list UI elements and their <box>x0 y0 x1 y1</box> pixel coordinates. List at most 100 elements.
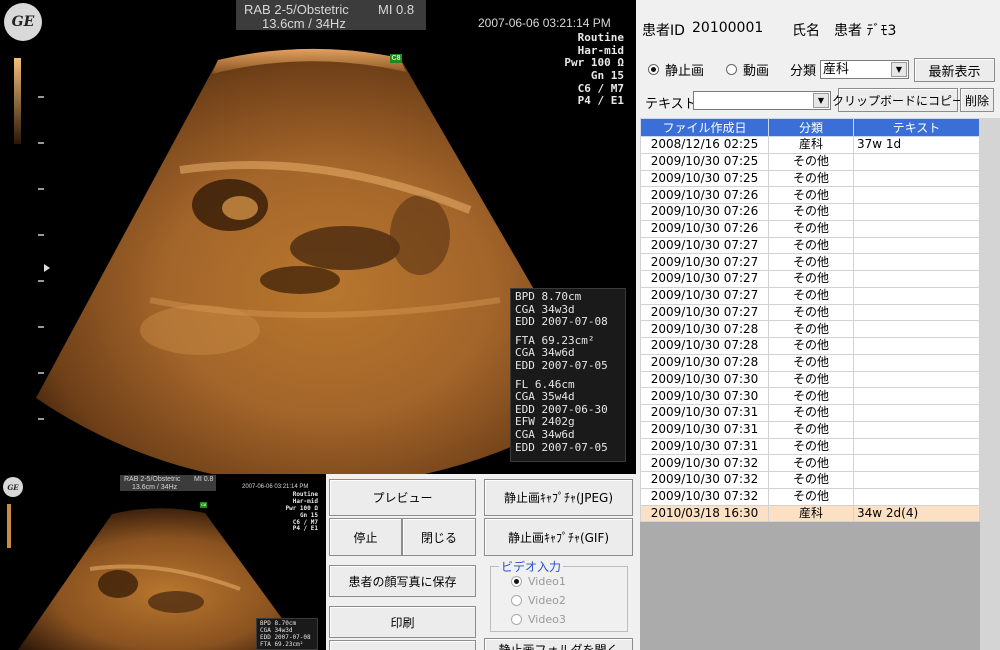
file-list: ファイル作成日 分類 テキスト 2008/12/16 02:25 産科 37w 1d… <box>640 118 980 650</box>
table-row[interactable]: 2009/10/30 07:31 その他 <box>640 404 980 422</box>
column-header-text[interactable]: テキスト <box>853 118 980 137</box>
column-header-category[interactable]: 分類 <box>768 118 854 137</box>
capture-gif-button[interactable]: 静止画ｷｬﾌﾟﾁｬ(GIF) <box>484 518 633 556</box>
stop-button[interactable]: 停止 <box>329 518 402 556</box>
cell-date: 2009/10/30 07:28 <box>640 320 769 338</box>
table-row[interactable]: 2009/10/30 07:27 その他 <box>640 270 980 288</box>
cell-category: その他 <box>768 253 854 271</box>
copy-clipboard-button[interactable]: クリップボードにコピー <box>832 88 964 112</box>
table-row[interactable]: 2009/10/30 07:31 その他 <box>640 420 980 439</box>
mi-label-thumb: MI 0.8 <box>194 476 214 483</box>
cell-category: その他 <box>768 270 854 288</box>
cell-category: その他 <box>768 487 854 506</box>
video2-radio[interactable]: Video2 <box>511 594 566 607</box>
close-button[interactable]: 閉じる <box>402 518 476 556</box>
measurement-line-thumb: FTA 69.23cm² <box>260 641 304 648</box>
cell-category: その他 <box>768 303 854 322</box>
table-row[interactable]: 2009/10/30 07:27 その他 <box>640 253 980 271</box>
video3-radio[interactable]: Video3 <box>511 613 566 626</box>
cell-date: 2009/10/30 07:27 <box>640 236 769 255</box>
video3-radio-dot[interactable] <box>511 614 522 625</box>
video2-radio-dot[interactable] <box>511 595 522 606</box>
chevron-down-icon[interactable]: ▼ <box>891 62 907 77</box>
exam-datetime: 2007-06-06 03:21:14 PM <box>478 16 611 30</box>
video-radio-dot[interactable] <box>726 64 737 75</box>
measurement-line: CGA 35w4d <box>515 390 575 404</box>
cell-text <box>853 236 980 255</box>
table-row[interactable]: 2009/10/30 07:28 その他 <box>640 353 980 372</box>
delete-button[interactable]: 削除 <box>960 88 994 112</box>
print-button[interactable]: 印刷 <box>329 606 476 638</box>
table-row[interactable]: 2009/10/30 07:32 その他 <box>640 487 980 506</box>
chevron-down-icon[interactable]: ▼ <box>813 93 829 108</box>
cell-text <box>853 286 980 305</box>
table-row[interactable]: 2010/03/18 16:30 産科 34w 2d(4) <box>640 504 980 523</box>
table-row[interactable]: 2009/10/30 07:26 その他 <box>640 186 980 204</box>
cell-category: その他 <box>768 471 854 489</box>
cell-category: その他 <box>768 169 854 188</box>
measurement-line-thumb: BPD 8.70cm <box>260 620 297 627</box>
table-row[interactable]: 2009/10/30 07:32 その他 <box>640 454 980 472</box>
extra-button[interactable] <box>329 640 476 650</box>
patient-name-label: 氏名 <box>792 23 820 39</box>
param-line: P4 / E1 <box>577 94 624 108</box>
cell-date: 2010/03/18 16:30 <box>640 504 769 523</box>
app-window: GE RAB 2-5/Obstetric MI 0.8 13.6cm / 34H… <box>0 0 1000 650</box>
cell-category: その他 <box>768 420 854 439</box>
cell-date: 2009/10/30 07:31 <box>640 437 769 456</box>
video1-radio[interactable]: Video1 <box>511 575 566 588</box>
cell-text <box>853 270 980 288</box>
video1-radio-dot[interactable] <box>511 576 522 587</box>
open-folder-button[interactable]: 静止画フォルダを開く <box>484 638 633 650</box>
cell-text <box>853 370 980 389</box>
still-image-label: 静止画 <box>665 64 705 79</box>
table-row[interactable]: 2009/10/30 07:28 その他 <box>640 320 980 338</box>
patient-id-value: 20100001 <box>692 20 764 36</box>
category-select[interactable]: 産科 ▼ <box>820 60 909 79</box>
preview-button[interactable]: プレビュー <box>329 479 476 516</box>
table-row[interactable]: 2009/10/30 07:28 その他 <box>640 337 980 355</box>
still-image-radio-dot[interactable] <box>648 64 659 75</box>
table-row[interactable]: 2009/10/30 07:27 その他 <box>640 286 980 305</box>
depth-freq-thumb: 13.6cm / 34Hz <box>132 484 178 491</box>
table-row[interactable]: 2009/10/30 07:26 その他 <box>640 219 980 238</box>
cell-date: 2009/10/30 07:27 <box>640 253 769 271</box>
table-row[interactable]: 2009/10/30 07:27 その他 <box>640 236 980 255</box>
table-row[interactable]: 2009/10/30 07:25 その他 <box>640 152 980 171</box>
cell-date: 2009/10/30 07:30 <box>640 387 769 405</box>
table-row[interactable]: 2009/10/30 07:30 その他 <box>640 387 980 405</box>
param-line: Routine <box>577 31 624 44</box>
video-radio[interactable]: 動画 <box>726 60 769 79</box>
text-select[interactable]: ▼ <box>693 91 831 110</box>
cell-category: その他 <box>768 404 854 422</box>
refresh-button[interactable]: 最新表示 <box>914 58 995 82</box>
cell-date: 2009/10/30 07:30 <box>640 370 769 389</box>
table-row[interactable]: 2009/10/30 07:30 その他 <box>640 370 980 389</box>
table-row[interactable]: 2009/10/30 07:27 その他 <box>640 303 980 322</box>
capture-jpeg-button[interactable]: 静止画ｷｬﾌﾟﾁｬ(JPEG) <box>484 479 633 516</box>
cell-date: 2009/10/30 07:26 <box>640 203 769 221</box>
cell-text <box>853 353 980 372</box>
category-value: 産科 <box>823 62 850 77</box>
table-row[interactable]: 2009/10/30 07:25 その他 <box>640 169 980 188</box>
table-row[interactable]: 2009/10/30 07:26 その他 <box>640 203 980 221</box>
probe-label-thumb: RAB 2-5/Obstetric <box>124 476 181 483</box>
ge-logo-thumb: GE <box>3 477 23 497</box>
cell-text <box>853 203 980 221</box>
patient-name-value: 患者 ﾃﾞﾓ3 <box>834 23 897 39</box>
patient-id-label: 患者ID <box>642 23 685 39</box>
cell-date: 2009/10/30 07:28 <box>640 353 769 372</box>
cell-category: その他 <box>768 286 854 305</box>
table-row[interactable]: 2009/10/30 07:32 その他 <box>640 471 980 489</box>
column-header-date[interactable]: ファイル作成日 <box>640 118 769 137</box>
still-image-radio[interactable]: 静止画 <box>648 60 704 79</box>
cell-date: 2009/10/30 07:31 <box>640 420 769 439</box>
save-face-photo-button[interactable]: 患者の顔写真に保存 <box>329 565 476 597</box>
cell-date: 2009/10/30 07:27 <box>640 303 769 322</box>
table-row[interactable]: 2009/10/30 07:31 その他 <box>640 437 980 456</box>
probe-badge-thumb: C8 <box>200 502 207 508</box>
ultrasound-thumbnail[interactable]: GE RAB 2-5/Obstetric MI 0.8 13.6cm / 34H… <box>0 474 326 650</box>
cell-text <box>853 169 980 188</box>
table-row[interactable]: 2008/12/16 02:25 産科 37w 1d <box>640 136 980 154</box>
cell-category: その他 <box>768 186 854 204</box>
